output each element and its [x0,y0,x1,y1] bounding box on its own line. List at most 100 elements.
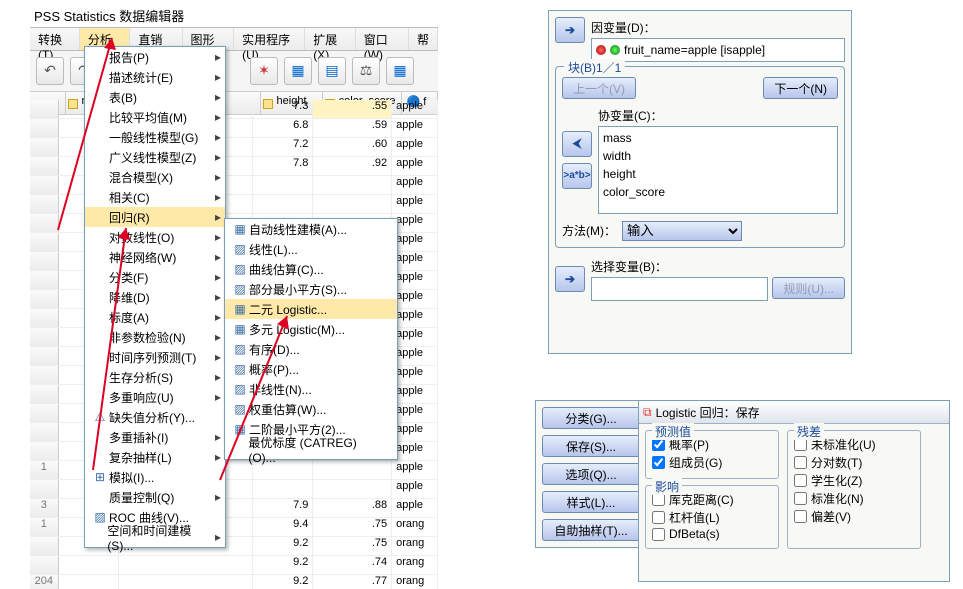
checkbox[interactable] [652,528,665,541]
toolbar-chart-icon[interactable]: ✶ [250,57,278,85]
side-button[interactable]: 自助抽样(T)... [542,519,640,541]
toolbar-table-icon[interactable]: ▤ [318,57,346,85]
checkbox[interactable] [794,492,807,505]
menu-item[interactable]: 混合模型(X)▸ [85,167,225,187]
side-button[interactable]: 样式(L)... [542,491,640,513]
toolbar-balance-icon[interactable]: ⚖ [352,57,380,85]
checkbox[interactable] [794,456,807,469]
checkbox[interactable] [652,511,665,524]
checkbox[interactable] [652,456,665,469]
method-select[interactable]: 输入 [622,221,742,241]
cov-item[interactable]: height [603,165,833,183]
dialog-title: Logistic 回归：保存 [656,404,760,421]
menu-item[interactable]: ▨部分最小平方(S)... [225,279,397,299]
menu-item[interactable]: ▨非线性(N)... [225,379,397,399]
checkbox-row[interactable]: 组成员(G) [652,454,772,471]
menu-item[interactable]: 广义线性模型(Z)▸ [85,147,225,167]
menu-item[interactable]: 表(B)▸ [85,87,225,107]
menu-item[interactable]: 标度(A)▸ [85,307,225,327]
checkbox[interactable] [794,474,807,487]
move-selvar-button[interactable]: ➔ [555,266,585,292]
menu-item[interactable]: 分类(F)▸ [85,267,225,287]
cov-item[interactable]: mass [603,129,833,147]
menu-6[interactable]: 窗口(W) [356,28,409,50]
menu-item[interactable]: 时间序列预测(T)▸ [85,347,225,367]
analyze-menu[interactable]: 报告(P)▸描述统计(E)▸表(B)▸比较平均值(M)▸一般线性模型(G)▸广义… [84,46,226,548]
table-row[interactable]: 9.2.74orang [30,556,438,575]
menu-item[interactable]: ▦二元 Logistic... [225,299,397,319]
side-button[interactable]: 分类(G)... [542,407,640,429]
menu-item[interactable]: 质量控制(Q)▸ [85,487,225,507]
checkbox-row[interactable]: 分对数(T) [794,454,914,471]
menu-item[interactable]: 一般线性模型(G)▸ [85,127,225,147]
menu-item[interactable]: 神经网络(W)▸ [85,247,225,267]
menu-item[interactable]: 复杂抽样(L)▸ [85,447,225,467]
menu-0[interactable]: 转换(T) [30,28,80,50]
menu-icon: ▦ [231,302,249,316]
menu-item[interactable]: 对数线性(O)▸ [85,227,225,247]
checkbox-row[interactable]: 杠杆值(L) [652,509,772,526]
dep-label: 因变量(D)： [591,19,845,36]
menu-item[interactable]: 多重插补(I)▸ [85,427,225,447]
side-button[interactable]: 保存(S)... [542,435,640,457]
prev-block-button[interactable]: 上一个(V) [562,77,636,99]
selvar-field[interactable] [591,277,768,301]
side-button[interactable]: 选项(Q)... [542,463,640,485]
menu-icon: ▨ [231,362,249,376]
checkbox-row[interactable]: DfBeta(s) [652,527,772,541]
influence-group: 影响 库克距离(C)杠杆值(L)DfBeta(s) [645,485,779,549]
move-cov-button[interactable]: ⮜ [562,131,592,157]
menu-item[interactable]: ▦自动线性建模(A)... [225,219,397,239]
menu-item[interactable]: 回归(R)▸ [85,207,225,227]
menu-item[interactable]: 最优标度 (CATREG)(O)... [225,439,397,459]
menu-item[interactable]: ▨曲线估算(C)... [225,259,397,279]
toolbar-grid-icon[interactable]: ▦ [284,57,312,85]
menu-item[interactable]: ⚠缺失值分析(Y)... [85,407,225,427]
selvar-label: 选择变量(B)： [591,258,845,275]
menu-item[interactable]: 相关(C)▸ [85,187,225,207]
dep-field[interactable]: fruit_name=apple [isapple] [591,38,845,62]
menu-7[interactable]: 帮 [409,28,438,50]
next-block-button[interactable]: 下一个(N) [763,77,838,99]
menu-4[interactable]: 实用程序(U) [234,28,305,50]
toolbar-undo-icon[interactable]: ↶ [36,57,64,85]
menu-item[interactable]: ⊞模拟(I)... [85,467,225,487]
menu-item[interactable]: 描述统计(E)▸ [85,67,225,87]
cov-item[interactable]: width [603,147,833,165]
menu-5[interactable]: 扩展(X) [305,28,355,50]
block-fieldset: 块(B)1／1 上一个(V) 下一个(N) ⮜ >a*b> 协变量(C)： ma… [555,66,845,248]
menu-icon: ▨ [231,262,249,276]
regression-submenu[interactable]: ▦自动线性建模(A)...▨线性(L)...▨曲线估算(C)...▨部分最小平方… [224,218,398,460]
cov-item[interactable]: color_score [603,183,833,201]
block-legend: 块(B)1／1 [564,59,625,76]
toolbar-more-icon[interactable]: ▦ [386,57,414,85]
menu-item[interactable]: 报告(P)▸ [85,47,225,67]
menu-icon: ▦ [231,422,249,436]
interact-button[interactable]: >a*b> [562,163,592,189]
checkbox-row[interactable]: 标准化(N) [794,490,914,507]
menu-item[interactable]: ▨有序(D)... [225,339,397,359]
menu-item[interactable]: ▨线性(L)... [225,239,397,259]
checkbox[interactable] [794,510,807,523]
menu-item[interactable]: 非参数检验(N)▸ [85,327,225,347]
menu-item[interactable]: ▦多元 Logistic(M)... [225,319,397,339]
menu-item[interactable]: ▨概率(P)... [225,359,397,379]
cov-list[interactable]: masswidthheightcolor_score [598,126,838,214]
table-row[interactable]: 2049.2.77orang [30,575,438,589]
menu-item[interactable]: 比较平均值(M)▸ [85,107,225,127]
rule-button[interactable]: 规则(U)... [772,277,845,299]
dialog-side-buttons: 分类(G)... 保存(S)... 选项(Q)... 样式(L)... 自助抽样(T).… [535,400,647,548]
checkbox-row[interactable]: 偏差(V) [794,508,914,525]
pred-legend: 预测值 [652,423,694,440]
logistic-dialog: ➔ 因变量(D)： fruit_name=apple [isapple] 块(B… [548,10,852,354]
menu-item[interactable]: ▨权重估算(W)... [225,399,397,419]
menu-item[interactable]: 降维(D)▸ [85,287,225,307]
menu-item[interactable]: 生存分析(S)▸ [85,367,225,387]
menu-item[interactable]: 空间和时间建模(S)...▸ [85,527,225,547]
menu-item[interactable]: 多重响应(U)▸ [85,387,225,407]
menu-icon: ▨ [231,402,249,416]
method-label: 方法(M)： [562,222,616,239]
checkbox-row[interactable]: 学生化(Z) [794,472,914,489]
move-dep-button[interactable]: ➔ [555,17,585,43]
menu-icon: ⚠ [91,410,109,424]
